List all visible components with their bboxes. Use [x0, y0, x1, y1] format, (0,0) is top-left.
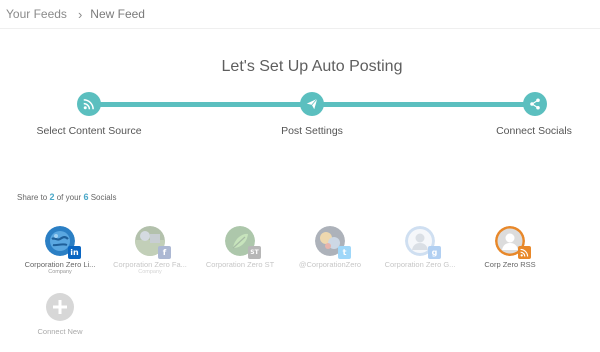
- step-label-select-content-source[interactable]: Select Content Source: [36, 125, 141, 137]
- social-account-linkedin[interactable]: in Corporation Zero Li... Company: [12, 226, 108, 275]
- avatar-wrap: t: [315, 226, 351, 259]
- step-label-post-settings[interactable]: Post Settings: [281, 125, 343, 137]
- st-icon: ST: [248, 246, 261, 259]
- share-count-text: Share to 2 of your 6 Socials: [17, 192, 116, 202]
- social-account-name: Corporation Zero G...: [384, 260, 456, 269]
- social-account-facebook[interactable]: f Corporation Zero Fa... Company: [102, 226, 198, 275]
- avatar-wrap: g: [405, 226, 441, 259]
- social-account-name: Corporation Zero ST: [205, 260, 275, 269]
- facebook-icon: f: [158, 246, 171, 259]
- twitter-icon: t: [338, 246, 351, 259]
- social-account-name: Corporation Zero Fa...: [113, 260, 187, 269]
- breadcrumb-separator-icon: ›: [77, 6, 83, 22]
- selected-socials-count: 2: [49, 192, 55, 202]
- share-suffix: Socials: [90, 193, 117, 202]
- breadcrumb-current: New Feed: [90, 7, 145, 21]
- social-account-name: Corp Zero RSS: [484, 260, 536, 269]
- breadcrumb-your-feeds-link[interactable]: Your Feeds: [6, 7, 67, 21]
- step-label-connect-socials[interactable]: Connect Socials: [496, 125, 572, 137]
- share-icon: [529, 98, 541, 110]
- rss-feed-icon: [518, 246, 531, 259]
- social-account-st[interactable]: ST Corporation Zero ST: [192, 226, 288, 269]
- step-connect-socials-button[interactable]: [523, 92, 547, 116]
- step-post-settings-button[interactable]: [300, 92, 324, 116]
- social-account-name: @CorporationZero: [298, 260, 362, 269]
- setup-stepper: Select Content Source Post Settings Conn…: [0, 92, 600, 142]
- connect-new-button[interactable]: Connect New: [12, 293, 108, 336]
- breadcrumb: Your Feeds › New Feed: [6, 6, 145, 22]
- rss-icon: [83, 98, 95, 110]
- avatar-wrap: [495, 226, 531, 259]
- linkedin-icon: in: [68, 246, 81, 259]
- header-divider: [0, 28, 600, 29]
- connect-new-label: Connect New: [37, 327, 83, 336]
- plus-icon: [46, 293, 74, 321]
- social-account-name: Corporation Zero Li...: [24, 260, 96, 269]
- google-business-icon: g: [428, 246, 441, 259]
- avatar-wrap: ST: [225, 226, 261, 259]
- social-account-type: Company: [48, 269, 72, 275]
- social-account-google-business[interactable]: g Corporation Zero G...: [372, 226, 468, 269]
- avatar-wrap: f: [135, 226, 171, 259]
- paper-plane-icon: [306, 98, 318, 110]
- social-account-rss[interactable]: Corp Zero RSS: [462, 226, 558, 269]
- avatar-wrap: in: [45, 226, 81, 259]
- social-account-type: Company: [138, 269, 162, 275]
- share-prefix: Share to: [17, 193, 48, 202]
- social-account-twitter[interactable]: t @CorporationZero: [282, 226, 378, 269]
- step-select-content-source-button[interactable]: [77, 92, 101, 116]
- total-socials-count: 6: [83, 192, 89, 202]
- share-middle: of your: [56, 193, 82, 202]
- page-title: Let's Set Up Auto Posting: [221, 58, 403, 75]
